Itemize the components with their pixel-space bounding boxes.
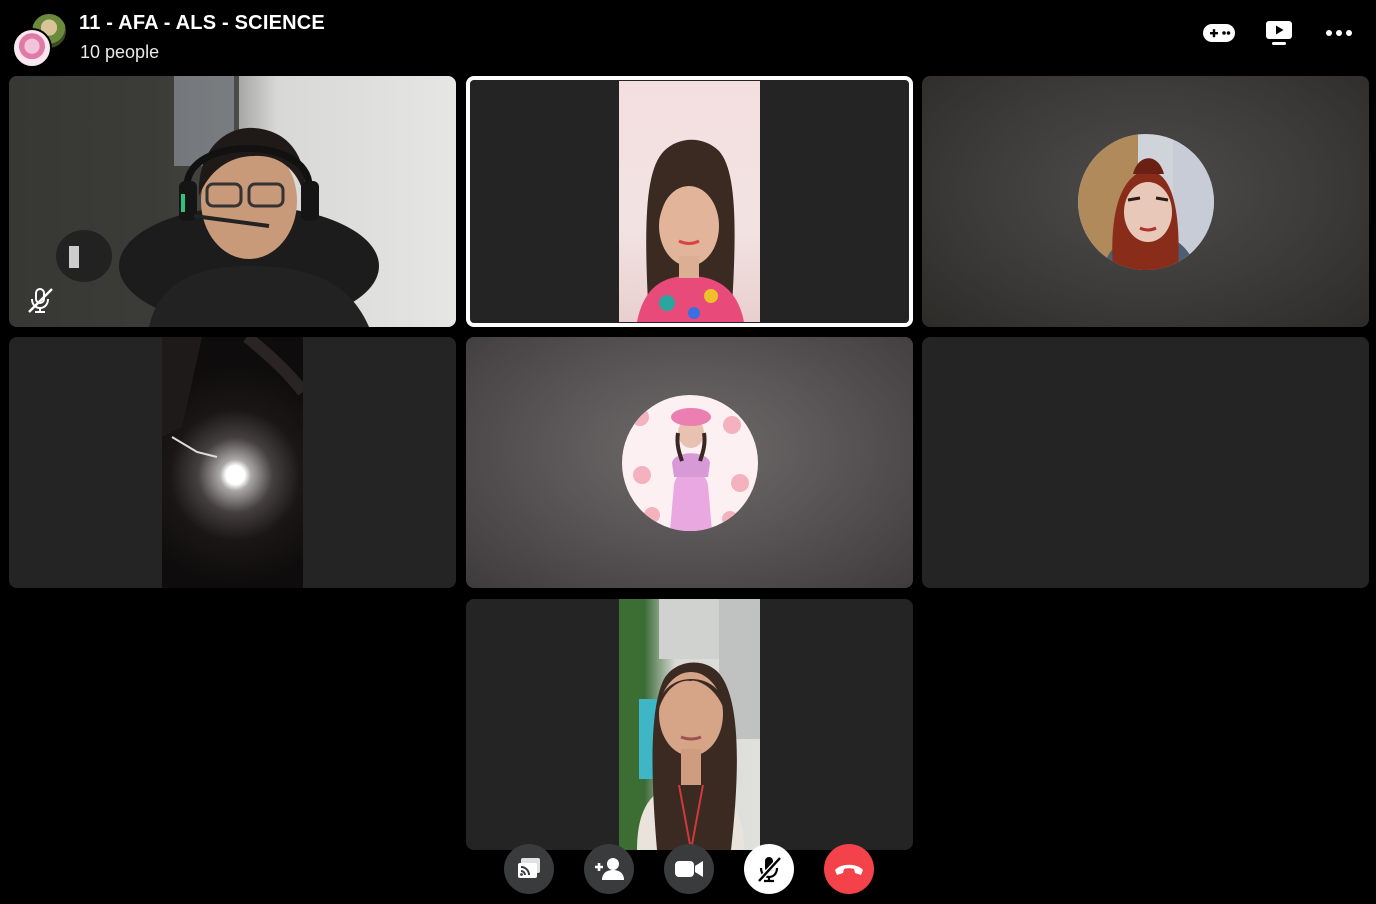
participant-tile[interactable] <box>466 337 913 588</box>
participant-tile[interactable] <box>466 599 913 850</box>
share-screen-icon <box>518 858 540 878</box>
participant-avatar <box>622 395 758 531</box>
more-options-icon[interactable] <box>1322 16 1356 50</box>
microphone-muted-icon <box>757 856 782 883</box>
participant-tile-empty[interactable] <box>922 337 1369 588</box>
participant-avatar <box>1078 134 1214 270</box>
participant-tile-active-speaker[interactable] <box>466 76 913 327</box>
call-title: 11 - AFA - ALS - SCIENCE <box>79 12 325 34</box>
share-screen-button[interactable] <box>504 844 554 894</box>
end-call-icon <box>835 864 863 875</box>
group-avatar[interactable] <box>12 12 68 68</box>
call-controls <box>0 844 1376 894</box>
participant-video <box>162 337 308 588</box>
participant-video <box>619 81 760 322</box>
mute-microphone-button[interactable] <box>744 844 794 894</box>
watch-together-icon[interactable] <box>1262 16 1296 50</box>
add-person-icon <box>595 858 624 880</box>
camera-icon <box>675 861 703 877</box>
game-controller-icon[interactable] <box>1202 16 1236 50</box>
microphone-muted-icon <box>25 285 55 315</box>
participant-tile[interactable] <box>9 337 456 588</box>
participant-tile[interactable] <box>9 76 456 327</box>
call-header: 11 - AFA - ALS - SCIENCE 10 people <box>0 0 1376 74</box>
participant-tile[interactable] <box>922 76 1369 327</box>
add-person-button[interactable] <box>584 844 634 894</box>
participant-video <box>9 76 456 327</box>
camera-button[interactable] <box>664 844 714 894</box>
participant-video <box>619 599 760 850</box>
end-call-button[interactable] <box>824 844 874 894</box>
member-avatar <box>12 28 52 68</box>
participant-count: 10 people <box>80 42 160 62</box>
